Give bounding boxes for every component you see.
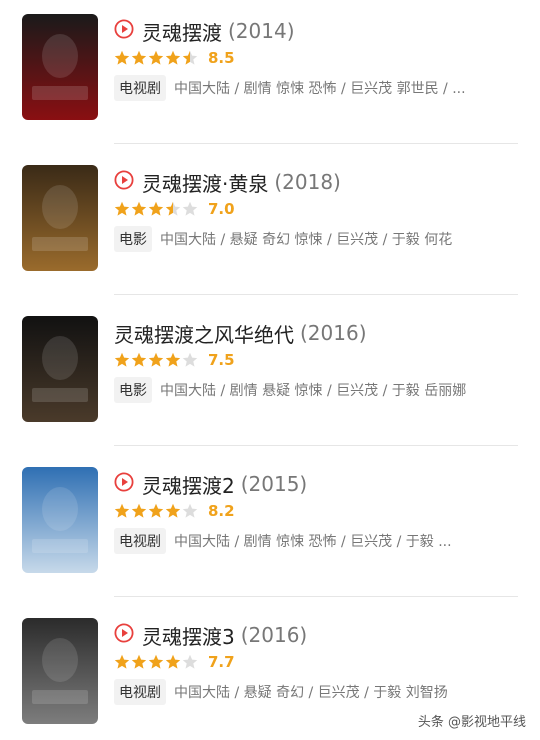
star-icon: [114, 654, 130, 669]
play-icon[interactable]: [114, 170, 142, 194]
rating-row: 8.5: [114, 48, 235, 68]
star-icon: [165, 352, 181, 367]
star-icon: [131, 654, 147, 669]
star-icon: [182, 201, 198, 216]
star-rating: [114, 352, 199, 368]
star-icon: [182, 503, 198, 518]
rating-score: 7.5: [208, 351, 235, 369]
star-icon: [114, 352, 130, 367]
movie-item[interactable]: 灵魂摆渡之风华绝代 (2016) 7.5 电影 中国大陆 / 剧情 悬疑 惊悚 / 巨兴…: [0, 302, 540, 452]
star-icon: [148, 503, 164, 518]
movie-meta: 中国大陆 / 悬疑 奇幻 惊悚 / 巨兴茂 / 于毅 何花: [160, 232, 453, 248]
movie-item[interactable]: 灵魂摆渡·黄泉 (2018) 7.0 电影 中国大陆 / 悬疑 奇幻 惊悚 / 巨兴茂 …: [0, 151, 540, 301]
rating-score: 8.5: [208, 49, 235, 67]
movie-item[interactable]: 灵魂摆渡2 (2015) 8.2 电视剧 中国大陆 / 剧情 惊悚 恐怖 / 巨兴茂 /…: [0, 453, 540, 603]
rating-row: 8.2: [114, 501, 235, 521]
play-icon[interactable]: [114, 472, 142, 496]
star-icon: [131, 201, 147, 216]
poster-thumbnail[interactable]: [22, 618, 98, 724]
rating-score: 7.7: [208, 653, 235, 671]
star-icon: [114, 50, 130, 65]
star-icon: [165, 50, 181, 65]
type-tag: 电视剧: [114, 75, 166, 101]
divider: [114, 596, 518, 597]
movie-title[interactable]: 灵魂摆渡·黄泉: [142, 168, 268, 197]
divider: [114, 143, 518, 144]
poster-thumbnail[interactable]: [22, 467, 98, 573]
type-tag: 电影: [114, 226, 152, 252]
rating-row: 7.5: [114, 350, 235, 370]
movie-meta: 中国大陆 / 剧情 惊悚 恐怖 / 巨兴茂 郭世民 / ...: [174, 81, 466, 97]
movie-title[interactable]: 灵魂摆渡之风华绝代: [114, 319, 294, 348]
divider: [114, 445, 518, 446]
title-row[interactable]: 灵魂摆渡 (2014): [114, 16, 295, 46]
rating-row: 7.0: [114, 199, 235, 219]
title-row[interactable]: 灵魂摆渡之风华绝代 (2016): [114, 318, 367, 348]
divider: [114, 294, 518, 295]
star-icon: [182, 654, 198, 669]
star-icon: [148, 352, 164, 367]
watermark: 头条 @影视地平线: [417, 715, 526, 730]
star-icon: [131, 352, 147, 367]
star-icon: [131, 50, 147, 65]
star-icon: [165, 654, 181, 669]
play-icon[interactable]: [114, 19, 142, 43]
star-icon: [148, 50, 164, 65]
star-rating: [114, 50, 199, 66]
meta-row: 电影 中国大陆 / 悬疑 奇幻 惊悚 / 巨兴茂 / 于毅 何花: [114, 225, 518, 253]
star-icon: [182, 352, 198, 367]
movie-title[interactable]: 灵魂摆渡: [142, 17, 222, 46]
meta-row: 电影 中国大陆 / 剧情 悬疑 惊悚 / 巨兴茂 / 于毅 岳丽娜: [114, 376, 518, 404]
star-rating: [114, 201, 199, 217]
type-tag: 电影: [114, 377, 152, 403]
movie-year: (2015): [240, 472, 308, 496]
rating-row: 7.7: [114, 652, 235, 672]
star-icon: [182, 50, 198, 65]
movie-meta: 中国大陆 / 悬疑 奇幻 / 巨兴茂 / 于毅 刘智扬: [174, 685, 448, 701]
title-row[interactable]: 灵魂摆渡3 (2016): [114, 620, 307, 650]
movie-title[interactable]: 灵魂摆渡3: [142, 621, 235, 650]
movie-title[interactable]: 灵魂摆渡2: [142, 470, 235, 499]
star-icon: [165, 503, 181, 518]
star-icon: [148, 201, 164, 216]
star-icon: [114, 503, 130, 518]
star-icon: [148, 654, 164, 669]
star-rating: [114, 503, 199, 519]
meta-row: 电视剧 中国大陆 / 悬疑 奇幻 / 巨兴茂 / 于毅 刘智扬: [114, 678, 518, 706]
type-tag: 电视剧: [114, 528, 166, 554]
meta-row: 电视剧 中国大陆 / 剧情 惊悚 恐怖 / 巨兴茂 郭世民 / ...: [114, 74, 518, 102]
star-icon: [114, 201, 130, 216]
poster-thumbnail[interactable]: [22, 165, 98, 271]
movie-meta: 中国大陆 / 剧情 悬疑 惊悚 / 巨兴茂 / 于毅 岳丽娜: [160, 383, 467, 399]
star-icon: [165, 201, 181, 216]
movie-year: (2016): [240, 623, 308, 647]
movie-year: (2014): [228, 19, 295, 43]
type-tag: 电视剧: [114, 679, 166, 705]
meta-row: 电视剧 中国大陆 / 剧情 惊悚 恐怖 / 巨兴茂 / 于毅 ...: [114, 527, 518, 555]
star-icon: [131, 503, 147, 518]
title-row[interactable]: 灵魂摆渡2 (2015): [114, 469, 307, 499]
star-rating: [114, 654, 199, 670]
movie-year: (2018): [274, 170, 341, 194]
rating-score: 7.0: [208, 200, 235, 218]
title-row[interactable]: 灵魂摆渡·黄泉 (2018): [114, 167, 341, 197]
movie-meta: 中国大陆 / 剧情 惊悚 恐怖 / 巨兴茂 / 于毅 ...: [174, 534, 452, 550]
poster-thumbnail[interactable]: [22, 316, 98, 422]
rating-score: 8.2: [208, 502, 235, 520]
movie-item[interactable]: 灵魂摆渡 (2014) 8.5 电视剧 中国大陆 / 剧情 惊悚 恐怖 / 巨兴茂 郭世…: [0, 0, 540, 150]
movie-year: (2016): [300, 321, 367, 345]
poster-thumbnail[interactable]: [22, 14, 98, 120]
play-icon[interactable]: [114, 623, 142, 647]
